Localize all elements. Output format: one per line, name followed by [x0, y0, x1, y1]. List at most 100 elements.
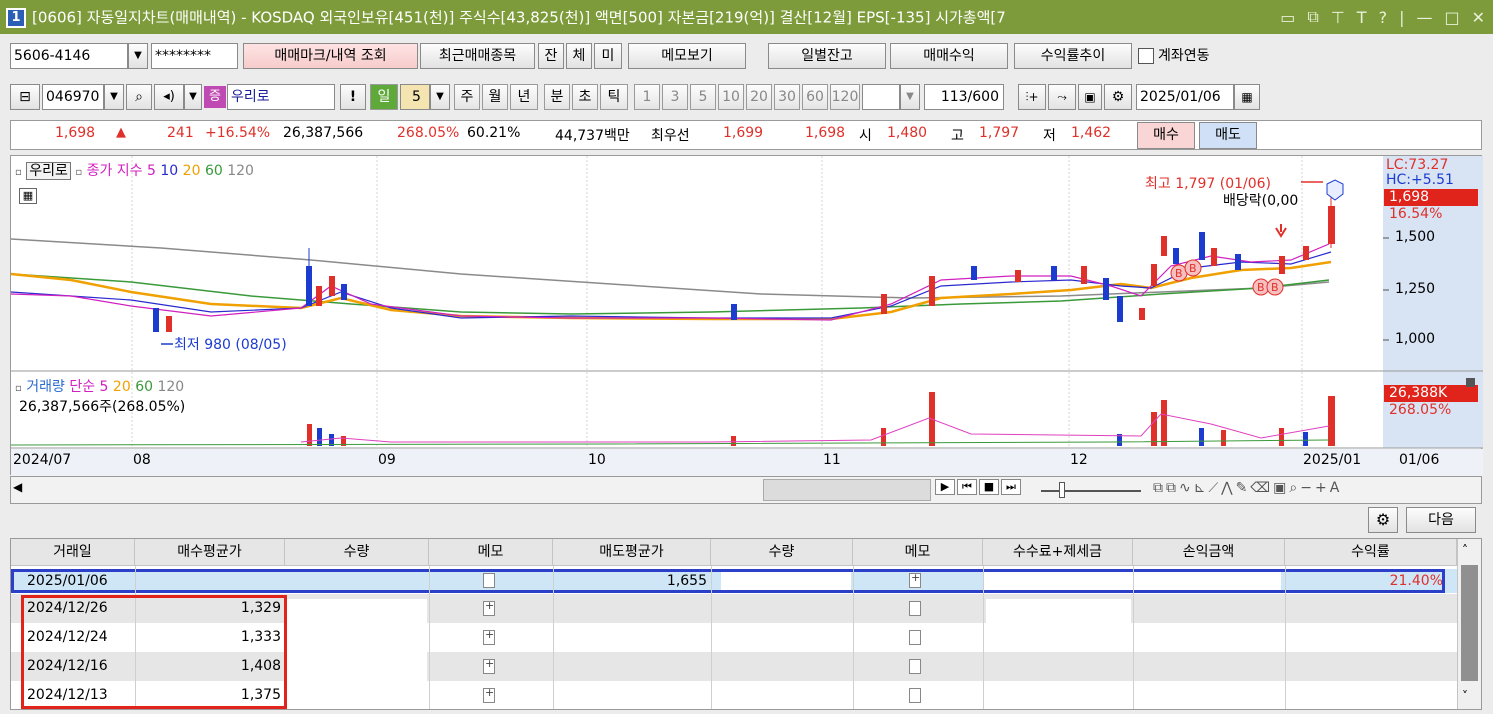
interval-10-button[interactable]: 10 — [718, 84, 744, 110]
period-year-button[interactable]: 년 — [510, 84, 538, 110]
speaker-dropdown-icon[interactable]: ▼ — [184, 84, 202, 110]
trend-icon[interactable]: ⊾ — [1194, 480, 1209, 496]
save-icon[interactable]: ▣ — [1078, 84, 1102, 110]
line-icon[interactable]: ⟋ — [1208, 480, 1221, 496]
search-icon[interactable]: ⌕ — [126, 84, 152, 110]
bar-count-field[interactable]: 113/600 — [924, 84, 1004, 110]
trade-profit-button[interactable]: 매매수익 — [890, 43, 1008, 69]
close-icon[interactable]: ✕ — [1472, 8, 1485, 27]
col-buy-qty[interactable]: 수량 — [285, 539, 429, 566]
magnify-icon[interactable]: ⌕ — [1289, 480, 1300, 496]
next-button[interactable]: 다음 — [1406, 507, 1476, 533]
interval-5-button[interactable]: 5 — [690, 84, 716, 110]
col-sell-memo[interactable]: 메모 — [853, 539, 983, 566]
period-dropdown-icon[interactable]: ▼ — [430, 84, 450, 110]
maximize-icon[interactable]: □ — [1444, 8, 1459, 27]
col-trade-date[interactable]: 거래일 — [11, 539, 135, 566]
memo-icon[interactable] — [909, 630, 921, 645]
interval-20-button[interactable]: 20 — [746, 84, 772, 110]
col-profit-amount[interactable]: 손익금액 — [1133, 539, 1285, 566]
scroll-up-icon[interactable]: ˄ — [1462, 543, 1468, 557]
period-value-field[interactable]: 5 — [400, 84, 430, 110]
memo-add-icon[interactable] — [483, 628, 495, 645]
period-minute-button[interactable]: 분 — [544, 84, 570, 110]
profit-rate-trend-button[interactable]: 수익률추이 — [1014, 43, 1132, 69]
play-icon[interactable]: ▶ — [935, 479, 955, 495]
interval-30-button[interactable]: 30 — [774, 84, 800, 110]
buy-button[interactable]: 매수 — [1137, 122, 1195, 149]
fan-icon[interactable]: ⋀ — [1221, 480, 1235, 496]
col-fee-tax[interactable]: 수수료+제세금 — [983, 539, 1133, 566]
period-month-button[interactable]: 월 — [482, 84, 508, 110]
window-number[interactable]: 1 — [6, 7, 26, 28]
daily-balance-button[interactable]: 일별잔고 — [768, 43, 886, 69]
stop-icon[interactable]: ■ — [979, 479, 999, 495]
table-scroll-thumb[interactable] — [1461, 565, 1478, 681]
window-icon[interactable]: ⧉ — [1153, 480, 1166, 496]
period-tick-button[interactable]: 틱 — [600, 84, 628, 110]
minus-icon[interactable]: − — [1300, 480, 1315, 496]
tab-balance[interactable]: 잔 — [538, 43, 564, 69]
memo-icon[interactable] — [909, 601, 921, 616]
speaker-icon[interactable]: ◂) — [154, 84, 184, 110]
help-icon[interactable]: ? — [1379, 8, 1388, 27]
add-indicator-icon[interactable]: ⫶+ — [1018, 84, 1046, 110]
stock-name-field[interactable]: 우리로 — [227, 84, 335, 110]
interval-3-button[interactable]: 3 — [662, 84, 688, 110]
interval-60-button[interactable]: 60 — [802, 84, 828, 110]
image-icon[interactable]: ▣ — [1273, 480, 1289, 496]
chart-scroll-bar[interactable]: ◀ ▶ ⏮ ■ ⏭ ⧉⧉∿⊾⟋⋀✎⌫▣⌕−+A — [10, 476, 1482, 504]
custom-interval-dropdown-icon[interactable]: ▼ — [900, 84, 920, 110]
account-dropdown-icon[interactable]: ▼ — [128, 43, 148, 69]
recent-stocks-button[interactable]: 최근매매종목 — [420, 43, 535, 69]
interval-1-button[interactable]: 1 — [634, 84, 660, 110]
pin-icon[interactable]: ⊤ — [1331, 8, 1345, 27]
account-link-checkbox[interactable] — [1138, 48, 1154, 64]
col-sell-qty[interactable]: 수량 — [711, 539, 853, 566]
code-dropdown-icon[interactable]: ▼ — [104, 84, 124, 110]
zoom-slider-handle[interactable] — [1059, 482, 1065, 498]
period-second-button[interactable]: 초 — [572, 84, 598, 110]
memo-add-icon[interactable] — [483, 599, 495, 616]
memo-view-button[interactable]: 메모보기 — [628, 43, 746, 69]
chart-area[interactable]: B B B B ▫ 우리로 ▫ 종가 지수 5 10 20 60 120 ▦ 최… — [10, 155, 1483, 476]
stock-code-field[interactable]: 046970 — [42, 84, 104, 110]
alert-icon[interactable]: ! — [340, 84, 366, 110]
col-profit-rate[interactable]: 수익률 — [1285, 539, 1457, 566]
password-field[interactable]: ******** — [151, 43, 238, 69]
grid-settings-icon[interactable]: ⚙ — [1368, 507, 1398, 533]
font-icon[interactable]: T — [1357, 8, 1367, 27]
pen-icon[interactable]: ✎ — [1236, 480, 1251, 496]
memo-icon[interactable] — [909, 659, 921, 674]
interval-120-button[interactable]: 120 — [830, 84, 860, 110]
scroll-down-icon[interactable]: ˅ — [1462, 689, 1468, 703]
trade-mark-inquiry-button[interactable]: 매매마크/내역 조회 — [243, 43, 418, 69]
custom-interval-field[interactable] — [862, 84, 900, 110]
chart-type-icon[interactable]: ⊟ — [10, 84, 40, 110]
memo-add-icon[interactable] — [483, 686, 495, 703]
copy-icon[interactable]: ⧉ — [1166, 480, 1179, 496]
account-select[interactable]: 5606-4146 — [10, 43, 128, 69]
eraser-icon[interactable]: ⌫ — [1250, 480, 1273, 496]
compare-icon[interactable]: ⤳ — [1048, 84, 1076, 110]
minimize-icon[interactable]: — — [1416, 8, 1432, 27]
plus-icon[interactable]: + — [1315, 480, 1330, 496]
tab-pending[interactable]: 미 — [594, 43, 622, 69]
text-icon[interactable]: A — [1330, 480, 1343, 496]
sell-button[interactable]: 매도 — [1199, 122, 1257, 149]
forward-icon[interactable]: ⏭ — [1001, 479, 1021, 495]
col-sell-avg[interactable]: 매도평균가 — [553, 539, 711, 566]
copy-window-icon[interactable]: ⧉ — [1307, 7, 1318, 27]
rewind-icon[interactable]: ⏮ — [957, 479, 977, 495]
screen-icon[interactable]: ▭ — [1280, 8, 1295, 27]
col-buy-avg[interactable]: 매수평균가 — [135, 539, 285, 566]
grid-icon[interactable]: ▦ — [19, 188, 37, 204]
memo-add-icon[interactable] — [483, 657, 495, 674]
settings-icon[interactable]: ⚙ — [1104, 84, 1132, 110]
date-field[interactable]: 2025/01/06 — [1136, 84, 1234, 110]
zoom-slider[interactable] — [1041, 490, 1141, 492]
col-buy-memo[interactable]: 메모 — [429, 539, 553, 566]
scroll-left-icon[interactable]: ◀ — [13, 480, 22, 494]
period-day-button[interactable]: 일 — [370, 84, 398, 110]
calendar-icon[interactable]: ▦ — [1234, 84, 1260, 110]
